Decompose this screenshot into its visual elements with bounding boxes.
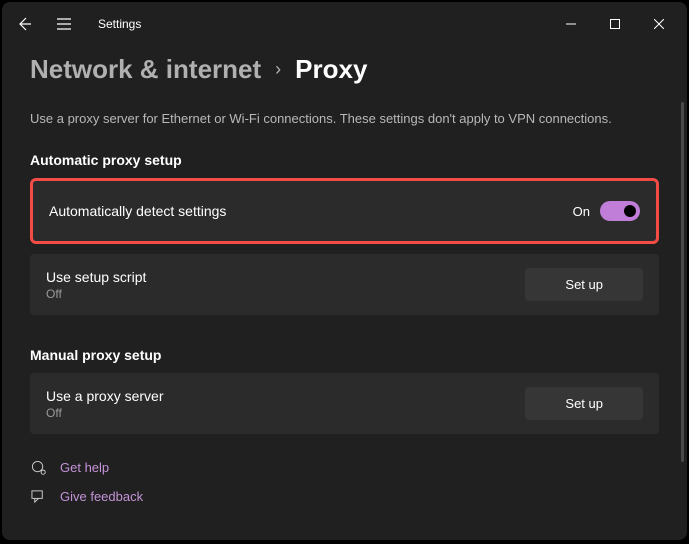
- section-manual-title: Manual proxy setup: [30, 347, 659, 363]
- auto-detect-state: On: [573, 204, 590, 219]
- scrollbar[interactable]: [681, 102, 684, 462]
- back-button[interactable]: [8, 8, 40, 40]
- help-icon: [30, 460, 46, 475]
- setup-script-button[interactable]: Set up: [525, 268, 643, 301]
- menu-icon[interactable]: [48, 8, 80, 40]
- maximize-button[interactable]: [593, 9, 637, 39]
- page-description: Use a proxy server for Ethernet or Wi-Fi…: [30, 111, 659, 126]
- get-help-link[interactable]: Get help: [30, 460, 659, 475]
- get-help-label: Get help: [60, 460, 109, 475]
- proxy-server-button[interactable]: Set up: [525, 387, 643, 420]
- page-title: Proxy: [295, 54, 367, 85]
- setup-script-card: Use setup script Off Set up: [30, 254, 659, 315]
- proxy-server-card: Use a proxy server Off Set up: [30, 373, 659, 434]
- titlebar: Settings: [2, 2, 687, 46]
- chevron-right-icon: ›: [275, 59, 281, 80]
- give-feedback-link[interactable]: Give feedback: [30, 489, 659, 504]
- section-auto-title: Automatic proxy setup: [30, 152, 659, 168]
- give-feedback-label: Give feedback: [60, 489, 143, 504]
- setup-script-status: Off: [46, 287, 525, 301]
- window-title: Settings: [98, 17, 141, 31]
- feedback-icon: [30, 489, 46, 504]
- auto-detect-card: Automatically detect settings On: [30, 178, 659, 244]
- breadcrumb: Network & internet › Proxy: [30, 54, 659, 85]
- auto-detect-label: Automatically detect settings: [49, 203, 573, 219]
- close-button[interactable]: [637, 9, 681, 39]
- minimize-button[interactable]: [549, 9, 593, 39]
- proxy-server-status: Off: [46, 406, 525, 420]
- breadcrumb-parent[interactable]: Network & internet: [30, 54, 261, 85]
- auto-detect-toggle[interactable]: [600, 201, 640, 221]
- proxy-server-label: Use a proxy server: [46, 388, 525, 404]
- setup-script-label: Use setup script: [46, 269, 525, 285]
